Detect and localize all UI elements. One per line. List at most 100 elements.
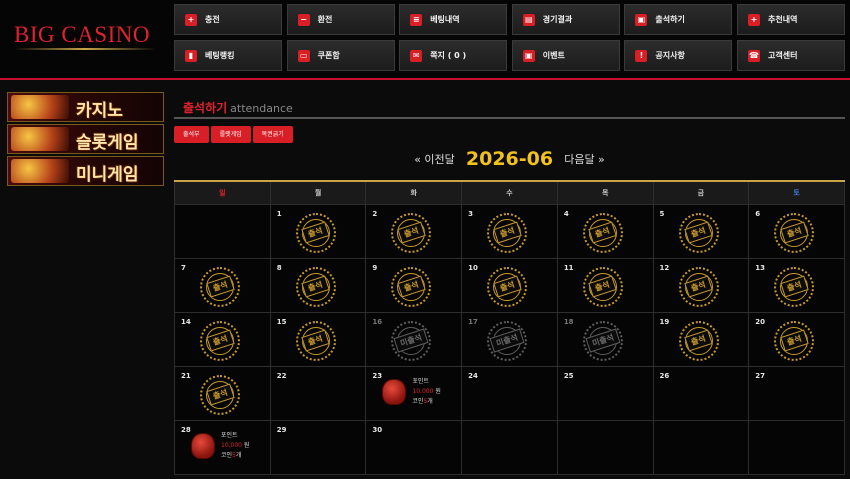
calendar-day-cell: 24 [461, 365, 558, 421]
calendar-week-row: 28 포인트 10,000 원 코인5개 29 30 [174, 419, 845, 475]
stamp-label: 출석 [301, 275, 330, 298]
calendar-day-cell: 3 출석 [461, 203, 558, 259]
weekday-header: 수 [461, 180, 558, 205]
calendar-day-cell: 7 출석 [174, 257, 271, 313]
calendar-day-cell: 5 출석 [652, 203, 750, 259]
day-number: 19 [659, 317, 670, 326]
sidebar-game-button-2[interactable]: 슬롯게임 [7, 124, 164, 154]
nav-button-1[interactable]: + 충전 [174, 4, 282, 35]
calendar-day-cell: 16 미출석 [365, 311, 463, 367]
attendance-stamp-icon: 출석 [678, 320, 719, 361]
calendar-day-cell: 9 출석 [365, 257, 463, 313]
attendance-stamp-icon: 출석 [391, 266, 432, 307]
nav-button-label: 추천내역 [768, 15, 798, 24]
attendance-reward: 포인트 10,000 원 코인5개 [382, 377, 441, 407]
attendance-stamp-icon: 출석 [200, 374, 240, 415]
page-subtitle: attendance [230, 102, 293, 115]
stamp-label: 출석 [397, 221, 426, 244]
money-bag-icon [382, 378, 407, 405]
day-number: 22 [276, 371, 287, 380]
stamp-label: 미출석 [393, 328, 429, 353]
day-number: 27 [755, 371, 765, 380]
nav-button-label: 베팅내역 [430, 15, 460, 24]
attendance-stamp-icon: 출석 [678, 212, 719, 253]
calendar-day-cell: 29 [269, 419, 367, 475]
day-number: 6 [755, 209, 761, 218]
prev-month-link[interactable]: « 이전달 [414, 153, 455, 166]
nav-button-9[interactable]: ✉ 쪽지 ( 0 ) [399, 40, 508, 71]
attendance-stamp-icon: 출석 [487, 212, 528, 253]
nav-button-label: 공지사항 [655, 51, 685, 60]
nav-button-8[interactable]: ▭ 쿠폰함 [286, 40, 395, 71]
reward-points-unit: 원 [435, 387, 441, 395]
current-month: 2026-06 [465, 148, 554, 170]
nav-button-11[interactable]: ! 공지사항 [624, 40, 733, 71]
nav-button-label: 베팅랭킹 [205, 51, 235, 60]
reward-label: 포인트 [412, 377, 429, 385]
stamp-label: 출석 [205, 275, 235, 298]
day-number: 2 [372, 209, 378, 218]
day-number: 30 [372, 425, 383, 434]
attendance-stamp-icon: 출석 [391, 212, 432, 253]
day-number: 24 [468, 371, 478, 380]
stamp-label: 출석 [780, 221, 809, 244]
calendar-day-cell: 4 출석 [556, 203, 654, 259]
site-logo[interactable]: BIG CASINO [14, 22, 150, 48]
day-number: 9 [372, 263, 378, 272]
calendar-day-cell: 17 미출석 [461, 311, 558, 367]
tab-1[interactable]: 출석부 [174, 126, 209, 143]
weekday-header: 화 [365, 180, 463, 205]
reward-points: 10,000 [412, 387, 434, 395]
nav-button-7[interactable]: ▮ 베팅랭킹 [174, 40, 282, 71]
day-number: 7 [181, 263, 186, 272]
day-number: 25 [563, 371, 574, 380]
nav-button-2[interactable]: − 환전 [286, 4, 395, 35]
plus-square-icon: + [185, 13, 197, 26]
attendance-reward: 포인트 10,000 원 코인5개 [191, 431, 249, 461]
attendance-stamp-icon: 출석 [295, 212, 336, 253]
absent-stamp-icon: 미출석 [391, 320, 432, 361]
next-month-link[interactable]: 다음달 » [564, 153, 605, 166]
nav-button-label: 환전 [317, 15, 333, 24]
sidebar-game-button-3[interactable]: 미니게임 [7, 156, 164, 186]
calendar-week-row: 1 출석 2 출석 3 출석 4 출석 5 출석 6 출석 [174, 203, 845, 259]
gift-icon: ▣ [635, 13, 648, 26]
nav-button-label: 쿠폰함 [317, 51, 340, 60]
stamp-label: 출석 [684, 329, 713, 352]
reward-details: 포인트 10,000 원 코인5개 [412, 377, 440, 407]
nav-button-12[interactable]: ☎ 고객센터 [737, 40, 845, 71]
calendar-day-cell: 6 출석 [748, 203, 845, 259]
attendance-stamp-icon: 출석 [582, 212, 623, 253]
sidebar-game-label: 슬롯게임 [76, 133, 139, 153]
tab-3[interactable]: 복권긁기 [252, 126, 293, 143]
calendar-day-cell: 25 [556, 365, 654, 421]
calendar-day-cell [174, 203, 271, 259]
stamp-label: 출석 [780, 275, 809, 298]
sidebar-game-button-1[interactable]: 카지노 [7, 92, 164, 122]
stamp-label: 출석 [684, 275, 713, 298]
nav-button-label: 출석하기 [655, 15, 685, 24]
stamp-label: 출석 [780, 329, 809, 352]
day-number: 20 [755, 317, 765, 326]
coupon-icon: ▭ [297, 49, 310, 62]
nav-button-label: 경기결과 [542, 15, 573, 24]
nav-button-10[interactable]: ▣ 이벤트 [511, 40, 620, 71]
nav-button-6[interactable]: + 추천내역 [737, 4, 845, 35]
minus-square-icon: − [297, 13, 310, 26]
day-number: 17 [468, 317, 478, 326]
nav-button-3[interactable]: ≡ 베팅내역 [399, 4, 508, 35]
attendance-stamp-icon: 출석 [295, 266, 336, 307]
day-number: 8 [276, 263, 282, 272]
nav-button-4[interactable]: ▤ 경기결과 [511, 4, 620, 35]
nav-button-5[interactable]: ▣ 출석하기 [624, 4, 733, 35]
reward-coin-unit: 개 [235, 451, 242, 459]
day-number: 28 [181, 425, 191, 434]
calendar-day-cell: 13 출석 [748, 257, 845, 313]
reward-points-unit: 원 [243, 441, 250, 449]
day-number: 10 [468, 263, 478, 272]
stamp-label: 출석 [493, 221, 522, 244]
tab-2[interactable]: 룰렛게임 [210, 126, 251, 143]
event-gift-icon: ▣ [522, 49, 535, 62]
calendar-week-row: 14 출석 15 출석 16 미출석 17 미출석 18 미출석 19 출석 20 출석 [174, 311, 845, 367]
weekday-header: 목 [556, 180, 654, 205]
